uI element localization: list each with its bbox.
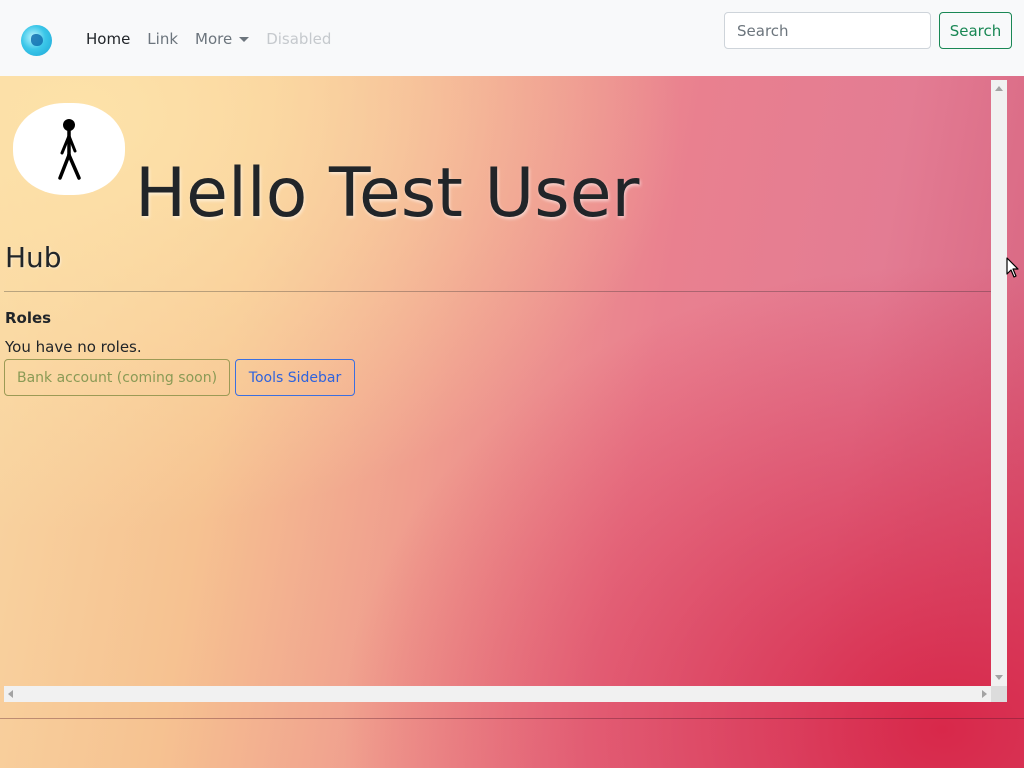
- vertical-scrollbar[interactable]: [991, 80, 1007, 686]
- scroll-up-icon[interactable]: [995, 86, 1003, 91]
- nav-link-disabled: Disabled: [266, 30, 332, 48]
- bank-account-button[interactable]: Bank account (coming soon): [4, 359, 230, 396]
- nav-link-home[interactable]: Home: [86, 29, 130, 49]
- nav-link-link[interactable]: Link: [147, 29, 178, 49]
- page-title: Hello Test User: [135, 154, 640, 233]
- scroll-down-icon[interactable]: [995, 675, 1003, 680]
- scroll-right-icon[interactable]: [982, 690, 987, 698]
- stick-figure-icon: [58, 119, 81, 180]
- search-input[interactable]: [724, 12, 931, 49]
- globe-logo-icon[interactable]: [21, 25, 52, 56]
- scroll-left-icon[interactable]: [8, 690, 13, 698]
- nav-link-more-label: More: [195, 30, 233, 48]
- search-button[interactable]: Search: [939, 12, 1012, 49]
- roles-text: You have no roles.: [5, 338, 142, 356]
- caret-down-icon: [239, 36, 250, 42]
- scrollbar-corner: [991, 686, 1007, 702]
- nav-link-more-dropdown[interactable]: More: [195, 29, 250, 49]
- nav-links: Home Link More Disabled: [86, 29, 331, 49]
- horizontal-scrollbar[interactable]: [4, 686, 991, 702]
- roles-heading: Roles: [5, 309, 52, 327]
- avatar: [13, 103, 125, 195]
- mouse-cursor-icon: [1006, 257, 1019, 278]
- tools-sidebar-button[interactable]: Tools Sidebar: [235, 359, 355, 396]
- footer-divider: [0, 718, 1024, 719]
- hub-heading: Hub: [5, 241, 62, 274]
- content-frame: Hello Test User Hub Roles You have no ro…: [4, 80, 1007, 702]
- top-navbar: Home Link More Disabled Search: [0, 0, 1024, 76]
- divider: [4, 291, 991, 292]
